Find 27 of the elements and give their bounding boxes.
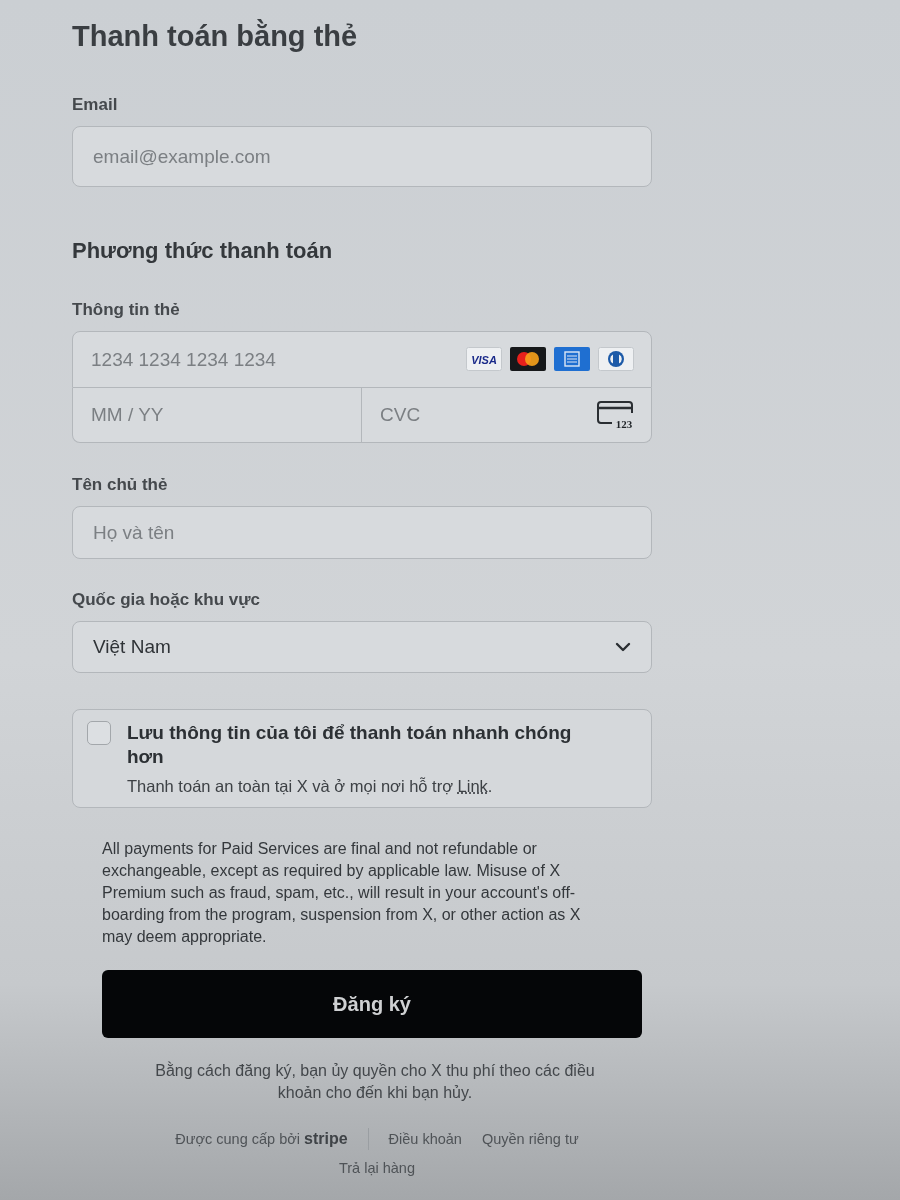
powered-by-link[interactable]: Được cung cấp bởi stripe (175, 1130, 348, 1148)
expiry-field[interactable]: MM / YY (72, 388, 362, 443)
section-heading: Phương thức thanh toán (72, 237, 333, 265)
field-label: Thông tin thẻ (72, 299, 180, 321)
subscribe-button[interactable]: Đăng ký (102, 970, 642, 1038)
cardholder-name-field[interactable]: Họ và tên (72, 506, 652, 559)
checkbox[interactable] (87, 721, 111, 745)
save-info-description: Thanh toán an toàn tại X và ở mọi nơi hỗ trợ Link. (127, 776, 494, 797)
footer-link[interactable]: Quyền riêng tư (481, 1131, 579, 1147)
email-field[interactable]: email@example.com (72, 126, 652, 187)
footer-link[interactable]: Trả lại hàng (338, 1160, 415, 1176)
legal-notice: All payments for Paid Services are final and not refundable or exchangeable, except as required by applicable law. Misuse of X Premium such as fraud, spam, etc., will result in your account's off-boarding from the program, suspension from X, or other action as X may deem appropriate. (101, 839, 582, 947)
footer-link[interactable]: Điều khoản (388, 1131, 462, 1147)
page-title: Thanh toán bằng thẻ (72, 18, 358, 54)
chevron-down-icon (615, 642, 631, 652)
inline-link[interactable]: Link (457, 777, 488, 795)
authorization-notice: Bằng cách đăng ký, bạn ủy quyền cho X thu phí theo các điều khoản cho đến khi bạn hủy. (154, 1060, 596, 1103)
save-info-title: Lưu thông tin của tôi để thanh toán nhanh chóng hơn (127, 721, 573, 769)
field-label: Quốc gia hoặc khu vực (72, 589, 261, 611)
card-logo-icon (554, 347, 590, 371)
select-value: Việt Nam (93, 636, 171, 658)
country-select[interactable]: Việt Nam (72, 621, 652, 673)
field-label: Email (72, 94, 118, 116)
field-label: Tên chủ thẻ (72, 474, 168, 496)
overlapping-circles-icon (510, 347, 546, 371)
visa-logo-icon: VISA (466, 347, 502, 371)
circle-logo-icon (598, 347, 634, 371)
